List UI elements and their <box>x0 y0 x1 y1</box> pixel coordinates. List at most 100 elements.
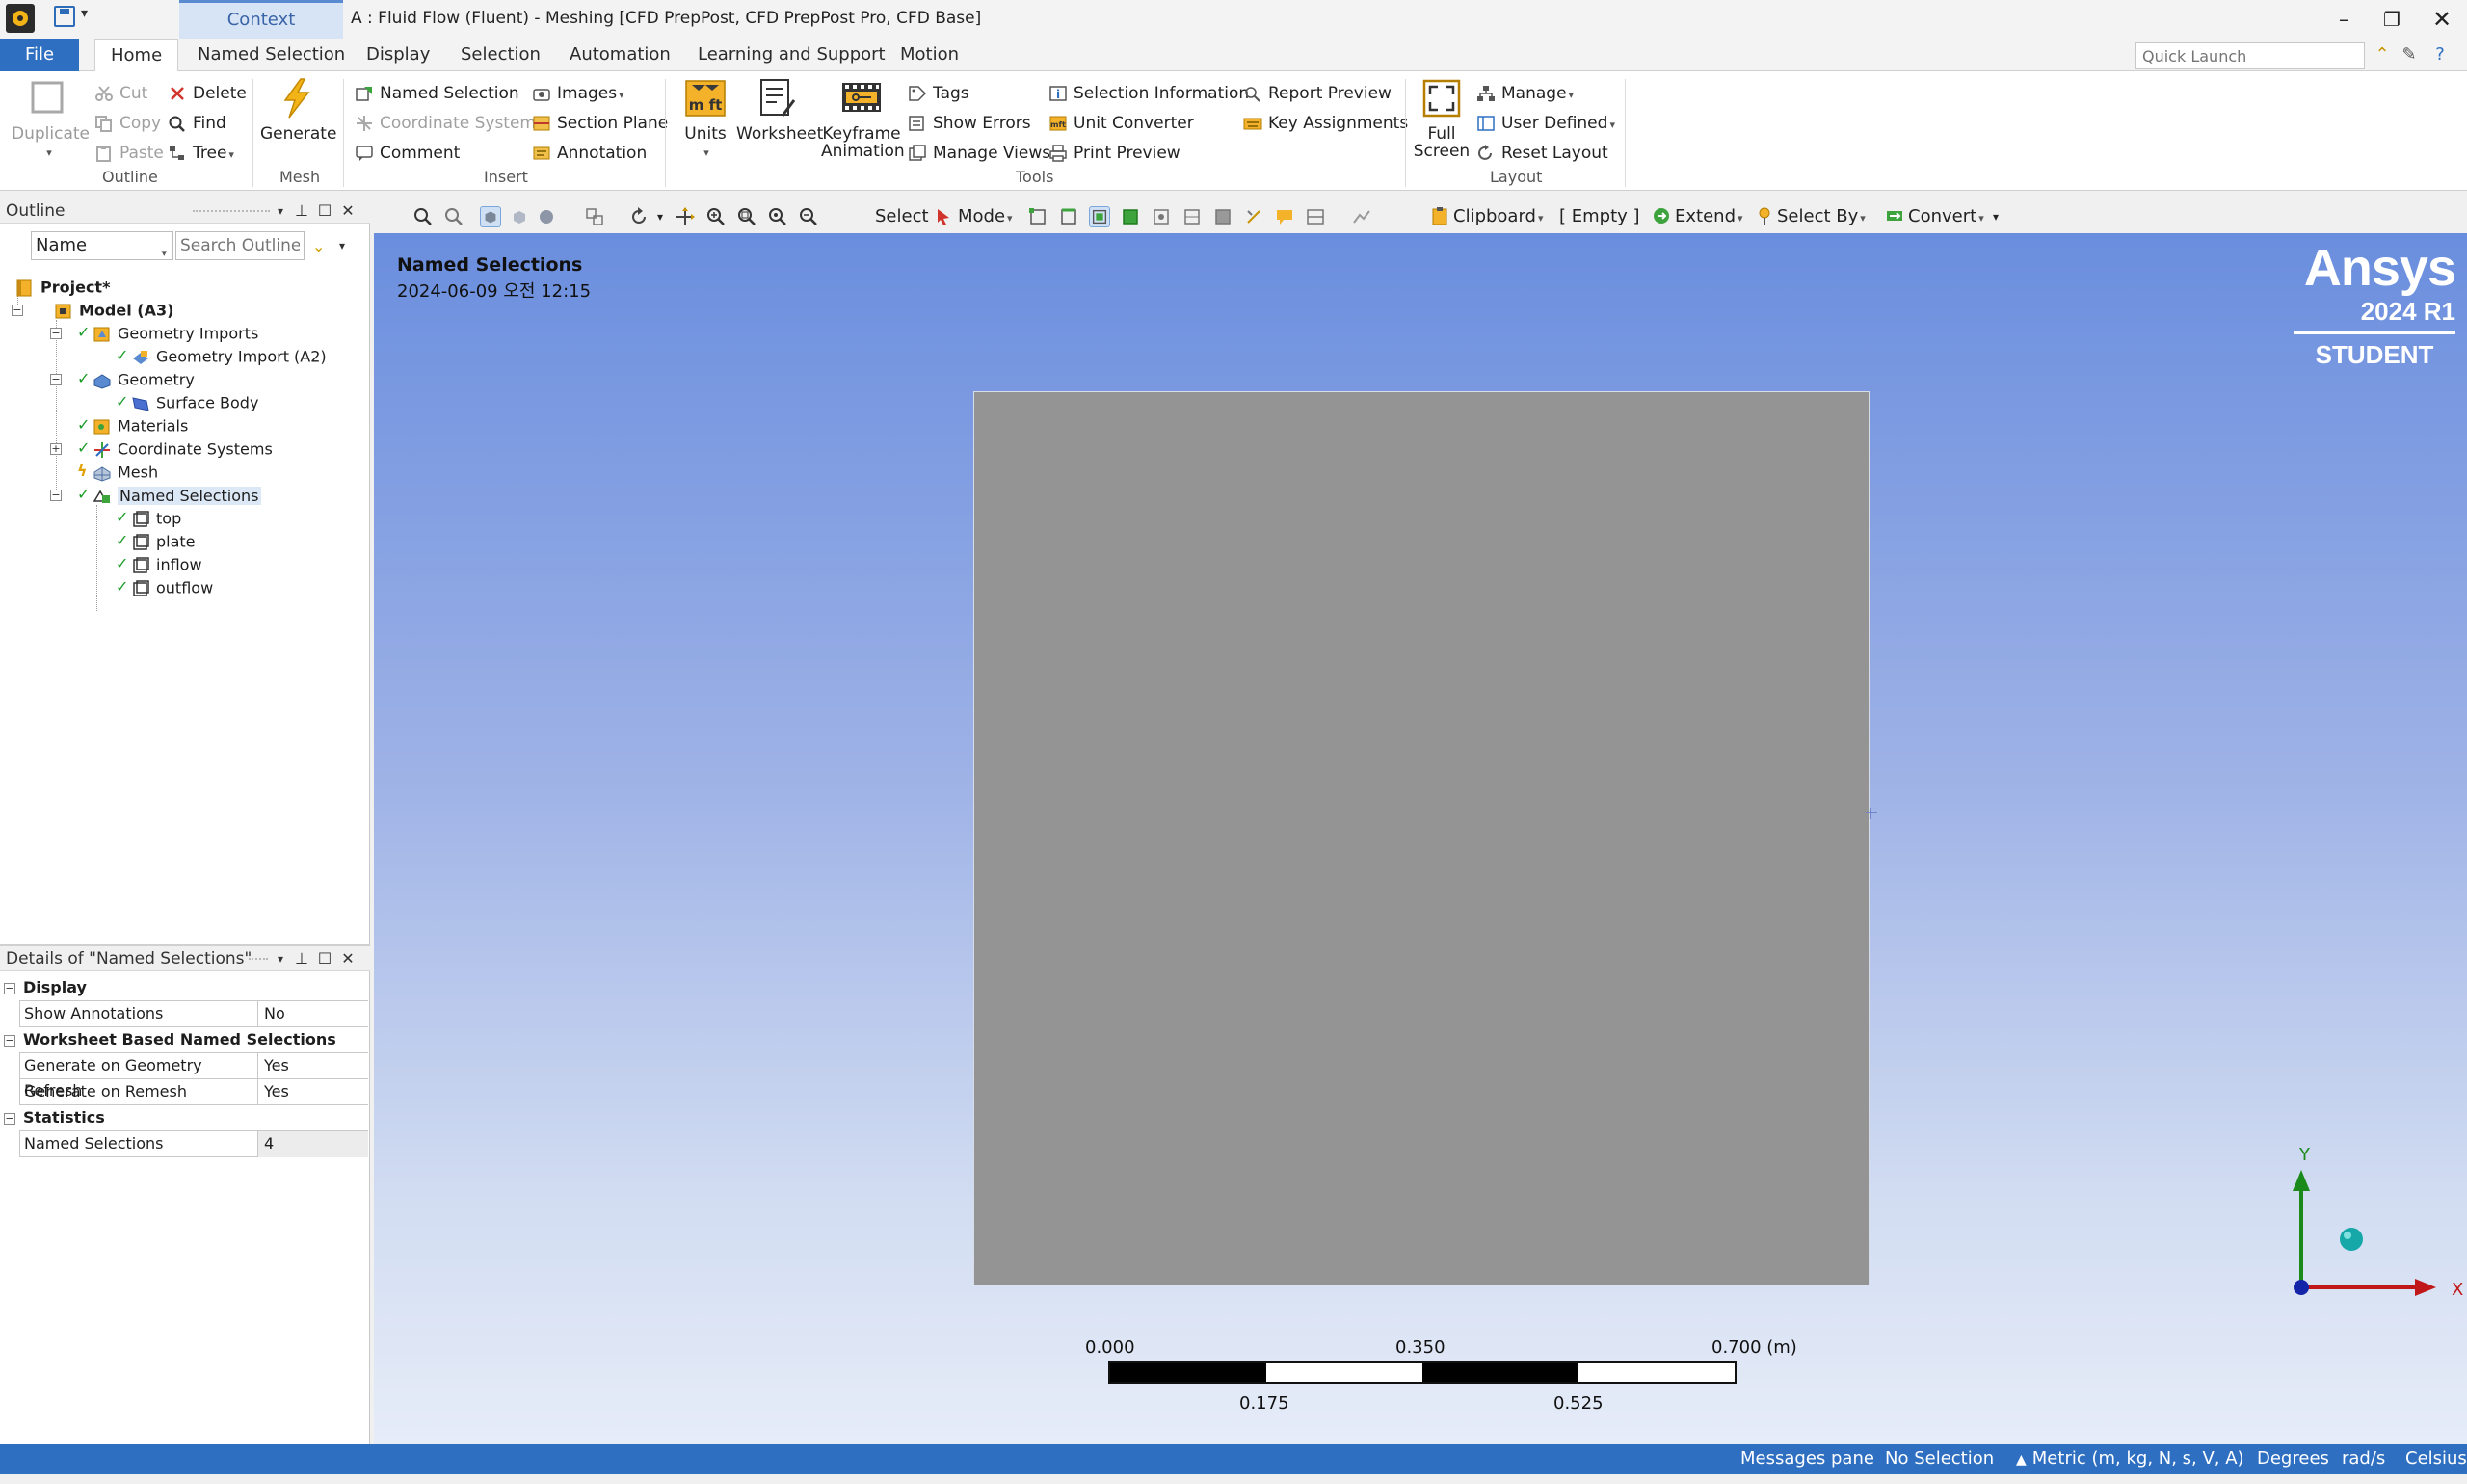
select-vertex-icon[interactable] <box>1027 206 1048 227</box>
restore-button[interactable]: ❐ <box>2373 4 2411 35</box>
surface-body-geometry[interactable] <box>973 391 1870 1285</box>
tree-item-named-selections[interactable]: − ✓ Named Selections <box>50 484 261 507</box>
tree-item-named-selection-plate[interactable]: ✓ plate <box>116 530 196 553</box>
select-body-icon[interactable] <box>1120 206 1141 227</box>
rotation-unit[interactable]: rad/s <box>2342 1444 2385 1474</box>
tree-item-geometry-imports[interactable]: − ✓ Geometry Imports <box>50 322 258 345</box>
insert-coordinate-system-button[interactable]: Coordinate System <box>353 111 536 136</box>
maximize-icon[interactable]: ☐ <box>314 946 335 971</box>
maximize-icon[interactable]: ☐ <box>314 199 335 224</box>
reset-layout-button[interactable]: Reset Layout <box>1474 141 1608 166</box>
section-collapse-toggle[interactable]: − <box>4 983 15 994</box>
section-select-icon[interactable] <box>1305 206 1326 227</box>
generate-on-geometry-refresh-value[interactable]: Yes <box>258 1053 368 1079</box>
tree-item-project[interactable]: Project* <box>15 276 110 299</box>
report-preview-button[interactable]: Report Preview <box>1241 81 1392 106</box>
tree-expand-toggle[interactable]: + <box>50 443 62 455</box>
show-errors-button[interactable]: Show Errors <box>906 111 1031 136</box>
user-defined-layout-button[interactable]: User Defined ▾ <box>1474 111 1615 136</box>
pan-icon[interactable] <box>675 206 696 227</box>
messages-pane-button[interactable]: Messages pane <box>1740 1444 1874 1474</box>
select-node-icon[interactable] <box>1151 206 1172 227</box>
panel-grip[interactable] <box>249 958 268 961</box>
manage-layout-button[interactable]: Manage ▾ <box>1474 81 1574 106</box>
keyframe-animation-button[interactable]: Keyframe Animation <box>821 77 905 160</box>
insert-annotation-button[interactable]: Annotation <box>530 141 647 166</box>
extend-dropdown[interactable]: Extend ▾ <box>1652 204 1743 229</box>
help-icon[interactable]: ? <box>2428 43 2452 66</box>
close-icon[interactable]: ✕ <box>337 199 358 224</box>
tab-named-selection[interactable]: Named Selection <box>198 39 345 71</box>
quick-launch-input[interactable] <box>2135 42 2365 69</box>
tree-item-named-selection-inflow[interactable]: ✓ inflow <box>116 553 202 576</box>
show-annotations-value[interactable]: No <box>258 1001 368 1027</box>
tab-motion[interactable]: Motion <box>900 39 959 71</box>
feedback-icon[interactable]: ✎ <box>2398 43 2421 66</box>
temperature-unit[interactable]: Celsius <box>2405 1444 2467 1474</box>
magnifier-icon[interactable] <box>798 206 819 227</box>
tree-collapse-toggle[interactable]: − <box>50 328 62 339</box>
close-icon[interactable]: ✕ <box>337 946 358 971</box>
full-screen-button[interactable]: Full Screen <box>1413 77 1471 160</box>
paste-button[interactable]: Paste <box>93 141 164 166</box>
rotate-icon[interactable] <box>628 206 650 227</box>
duplicate-button[interactable]: Duplicate ▾ <box>12 77 90 162</box>
minimize-button[interactable]: – <box>2324 4 2363 35</box>
selection-information-button[interactable]: i Selection Information <box>1047 81 1249 106</box>
clipboard-dropdown[interactable]: Clipboard ▾ <box>1430 204 1544 229</box>
tree-item-geometry-import-a2[interactable]: ✓ Geometry Import (A2) <box>116 345 327 368</box>
tab-file[interactable]: File <box>0 39 79 71</box>
details-section-display[interactable]: Display <box>19 975 368 1001</box>
select-edge-icon[interactable] <box>1058 206 1079 227</box>
context-tab[interactable]: Context <box>179 0 343 39</box>
zoom-to-fit-icon[interactable] <box>412 206 434 227</box>
details-row-show-annotations[interactable]: Show Annotations No <box>19 1001 368 1027</box>
cut-button[interactable]: Cut <box>93 81 147 106</box>
zoom-in-icon[interactable] <box>705 206 727 227</box>
panel-grip[interactable] <box>193 210 270 213</box>
chevron-down-icon[interactable]: ⌄ <box>312 237 333 255</box>
cross-section-icon[interactable] <box>584 206 605 227</box>
details-menu-icon[interactable]: ▾ <box>270 946 291 971</box>
section-collapse-toggle[interactable]: − <box>4 1035 15 1047</box>
worksheet-button[interactable]: Worksheet <box>736 77 823 143</box>
insert-comment-button[interactable]: Comment <box>353 141 460 166</box>
tree-collapse-toggle[interactable]: − <box>50 490 62 501</box>
wireframe-view-icon[interactable] <box>509 206 530 227</box>
tree-item-surface-body[interactable]: ✓ Surface Body <box>116 391 258 414</box>
tab-selection[interactable]: Selection <box>461 39 541 71</box>
collapse-ribbon-icon[interactable]: ⌃ <box>2371 43 2394 66</box>
shaded-view-icon[interactable] <box>480 206 501 227</box>
tree-item-mesh[interactable]: ϟ Mesh <box>77 461 158 484</box>
ansys-app-icon[interactable] <box>6 4 35 33</box>
tree-collapse-toggle[interactable]: − <box>12 305 23 316</box>
graphics-viewport[interactable]: Named Selections 2024-06-09 오전 12:15 Ans… <box>374 233 2467 1444</box>
save-icon[interactable] <box>54 6 75 27</box>
search-outline-input[interactable] <box>175 231 305 260</box>
generate-on-remesh-value[interactable]: Yes <box>258 1079 368 1105</box>
select-mode-cursor-icon[interactable] <box>933 206 954 227</box>
zoom-fit-icon[interactable] <box>767 206 788 227</box>
mode-dropdown[interactable]: Mode ▾ <box>958 204 1013 229</box>
unit-system-dropdown[interactable]: ▲ Metric (m, kg, N, s, V, A) <box>2016 1444 2244 1475</box>
details-section-statistics[interactable]: Statistics <box>19 1105 368 1131</box>
select-mesh-icon[interactable] <box>1243 206 1264 227</box>
details-row-generate-on-geometry-refresh[interactable]: Generate on Geometry Refresh Yes <box>19 1053 368 1100</box>
section-collapse-toggle[interactable]: − <box>4 1113 15 1125</box>
unit-converter-button[interactable]: mft Unit Converter <box>1047 111 1194 136</box>
convert-dropdown[interactable]: Convert ▾ <box>1885 204 1984 229</box>
pin-icon[interactable]: ⊥ <box>291 946 312 971</box>
tree-button[interactable]: Tree ▾ <box>166 141 234 166</box>
quick-access-dropdown-icon[interactable]: ▾ <box>81 6 88 21</box>
details-row-generate-on-remesh[interactable]: Generate on Remesh Yes <box>19 1079 368 1105</box>
zoom-out-icon[interactable] <box>443 206 464 227</box>
find-button[interactable]: Find <box>166 111 226 136</box>
select-face-icon[interactable] <box>1089 206 1110 227</box>
tree-item-materials[interactable]: ✓ Materials <box>77 414 188 437</box>
graph-icon[interactable] <box>1351 206 1372 227</box>
close-button[interactable]: ✕ <box>2423 4 2461 35</box>
insert-section-plane-button[interactable]: Section Plane <box>530 111 668 136</box>
delete-button[interactable]: Delete <box>166 81 247 106</box>
axis-triad[interactable]: Y X <box>2286 1143 2467 1316</box>
generate-mesh-button[interactable]: Generate <box>260 77 336 143</box>
